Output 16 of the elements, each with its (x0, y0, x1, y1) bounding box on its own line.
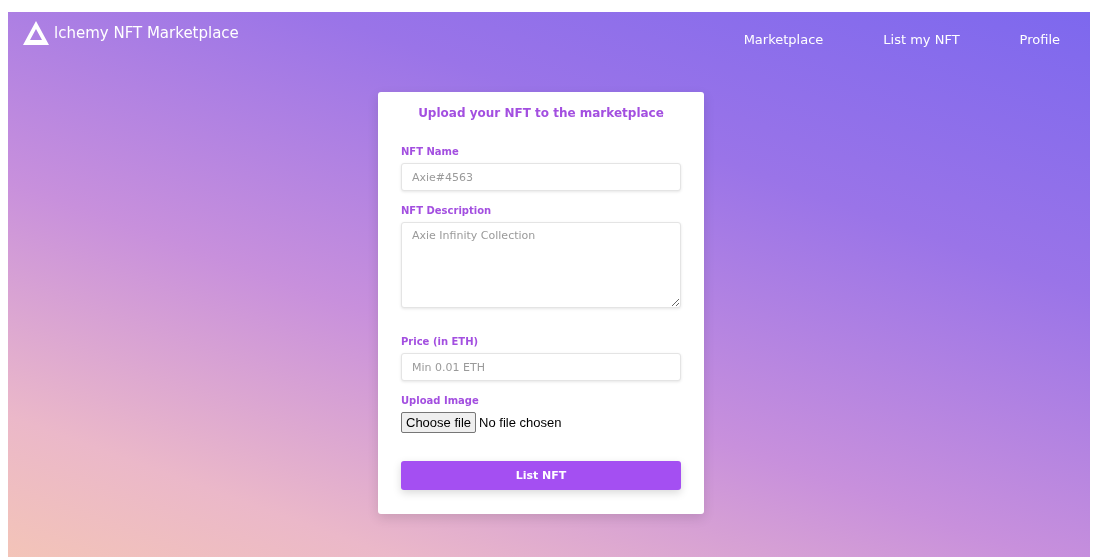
list-nft-button[interactable]: List NFT (401, 461, 681, 490)
nav-link[interactable]: Profile (1019, 32, 1060, 47)
file-status: No file chosen (479, 415, 562, 430)
input-field[interactable]: Min 0.01 ETH (401, 353, 681, 381)
field-label: NFT Description (401, 205, 493, 216)
field-label: Upload Image (401, 395, 480, 406)
choose-file-button[interactable]: Choose file (401, 412, 477, 433)
field-label: Price (in ETH) (401, 336, 480, 347)
field-label: NFT Name (401, 146, 460, 157)
textarea-field[interactable]: Axie Infinity Collection (401, 222, 681, 308)
nav-link[interactable]: List my NFT (883, 32, 960, 47)
logo-icon (22, 20, 50, 46)
nav-link[interactable]: Marketplace (743, 32, 824, 47)
brand-name[interactable]: lchemy NFT Marketplace (54, 24, 239, 42)
input-field[interactable]: Axie#4563 (401, 163, 681, 191)
form-title: Upload your NFT to the marketplace (417, 106, 665, 120)
